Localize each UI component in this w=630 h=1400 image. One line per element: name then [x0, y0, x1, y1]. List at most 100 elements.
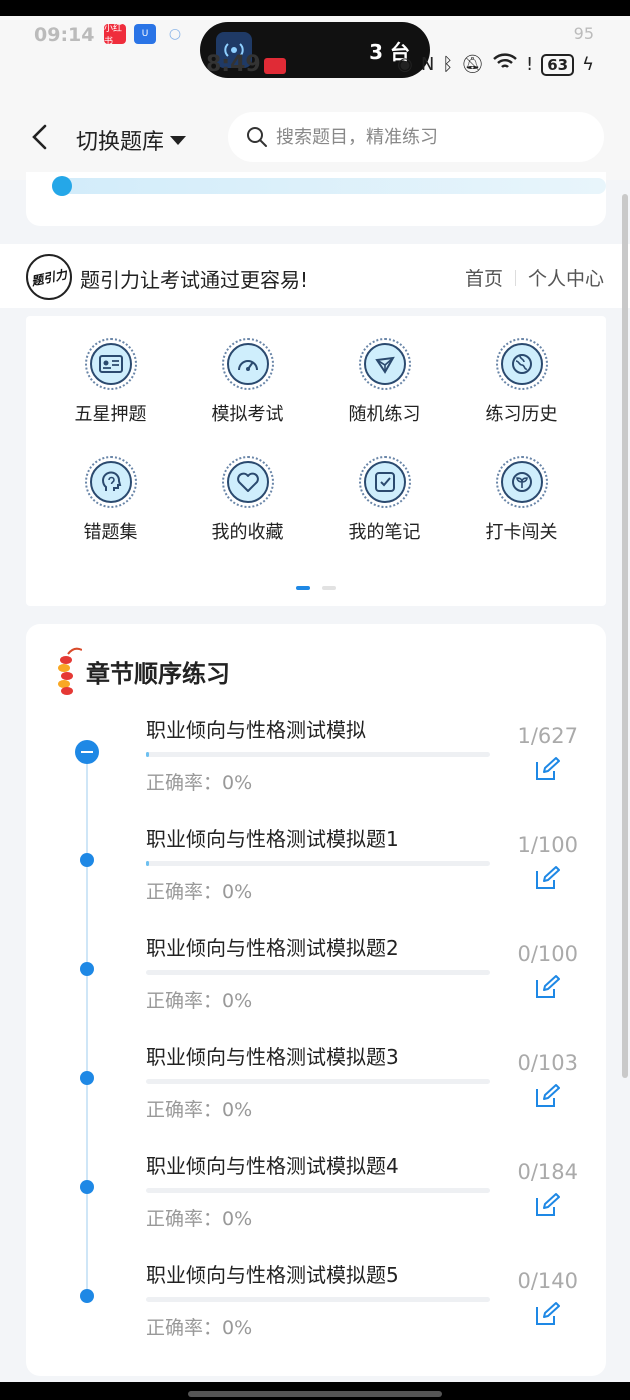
brand-links: 首页 个人中心	[465, 264, 604, 291]
chapter-name: 职业倾向与性格测试模拟题2	[146, 936, 399, 960]
svg-text:题引力: 题引力	[29, 267, 69, 289]
function-grid: 五星押题 模拟考试 随机练习 练习历史 错题集 我的收藏 我的笔记 打卡闯关	[42, 338, 590, 544]
timeline-dot	[80, 1289, 94, 1303]
battery-indicator: 63	[541, 53, 575, 76]
brand-logo: 题引力	[26, 254, 72, 300]
chapter-name: 职业倾向与性格测试模拟题5	[146, 1263, 399, 1287]
status-time: 8:49	[206, 52, 261, 77]
chapter-section-title: 章节顺序练习	[86, 659, 230, 688]
vpn-icon: ◉	[397, 54, 413, 75]
grid-item-checkin[interactable]: 打卡闯关	[453, 456, 590, 544]
grid-pager	[296, 586, 336, 590]
grid-item-random-practice[interactable]: 随机练习	[316, 338, 453, 426]
search-icon	[247, 127, 267, 147]
grid-item-notes[interactable]: 我的笔记	[316, 456, 453, 544]
bluetooth-icon: ᛒ	[442, 54, 454, 75]
chapter-progress-bar	[146, 1297, 490, 1302]
chapter-progress-bar	[146, 970, 490, 975]
chapter-progress-bar	[146, 861, 490, 866]
grid-item-label: 随机练习	[348, 404, 421, 425]
edit-icon[interactable]	[534, 756, 560, 782]
grid-item-wrong-questions[interactable]: 错题集	[42, 456, 179, 544]
pager-dot-active[interactable]	[296, 586, 310, 590]
charging-icon: ϟ	[582, 54, 594, 75]
grid-item-label: 打卡闯关	[485, 522, 558, 543]
chapter-item[interactable]: 职业倾向与性格测试模拟题5 正确率：0% 0/140	[26, 1259, 606, 1368]
chapter-accuracy: 正确率：0%	[146, 1317, 253, 1339]
link-divider	[514, 269, 516, 286]
compass-icon	[358, 338, 411, 390]
chevron-left-icon	[32, 124, 47, 150]
brand-slogan: 题引力让考试通过更容易!	[80, 268, 309, 292]
scrollbar[interactable]	[622, 194, 628, 1078]
search-box[interactable]	[228, 112, 604, 162]
profile-link[interactable]: 个人中心	[528, 264, 604, 291]
chapter-item[interactable]: 职业倾向与性格测试模拟题1 正确率：0% 1/100	[26, 823, 606, 932]
status-icons: ◉ N ᛒ 🔕︎ ! 63 ϟ	[397, 52, 594, 77]
status-time-ghost: 09:14	[34, 24, 95, 46]
brand-strip: 题引力 题引力让考试通过更容易! 首页 个人中心	[0, 244, 630, 308]
grid-item-label: 练习历史	[485, 404, 558, 425]
notification-badge	[264, 58, 286, 74]
chapter-progress-bar	[146, 752, 490, 757]
switch-bank-button[interactable]: 切换题库	[76, 124, 187, 156]
grid-item-label: 我的收藏	[211, 522, 284, 543]
grid-item-five-star[interactable]: 五星押题	[42, 338, 179, 426]
grid-item-history[interactable]: 练习历史	[453, 338, 590, 426]
chapter-item[interactable]: 职业倾向与性格测试模拟题4 正确率：0% 0/184	[26, 1150, 606, 1259]
chapter-progress-bar	[146, 1188, 490, 1193]
back-button[interactable]	[28, 122, 50, 152]
chapter-count: 1/627	[517, 724, 578, 748]
grid-item-label: 我的笔记	[348, 522, 421, 543]
grid-item-favorites[interactable]: 我的收藏	[179, 456, 316, 544]
chapter-name: 职业倾向与性格测试模拟题3	[146, 1045, 399, 1069]
sprout-icon	[495, 456, 548, 508]
overall-progress-track	[52, 178, 606, 194]
search-input[interactable]	[276, 126, 576, 148]
chapter-item[interactable]: 职业倾向与性格测试模拟题2 正确率：0% 0/100	[26, 932, 606, 1041]
note-check-icon	[358, 456, 411, 508]
chapter-accuracy: 正确率：0%	[146, 990, 253, 1012]
pager-dot[interactable]	[322, 586, 336, 590]
chapter-count: 1/100	[517, 833, 578, 857]
home-indicator[interactable]	[188, 1391, 442, 1397]
chapter-name: 职业倾向与性格测试模拟题4	[146, 1154, 399, 1178]
edit-icon[interactable]	[534, 1083, 560, 1109]
switch-bank-label: 切换题库	[76, 130, 165, 155]
id-card-icon	[84, 338, 137, 390]
chapter-progress-bar	[146, 1079, 490, 1084]
nfc-icon: N	[420, 54, 435, 75]
timeline-dot	[80, 853, 94, 867]
function-grid-card: 五星押题 模拟考试 随机练习 练习历史 错题集 我的收藏 我的笔记 打卡闯关	[26, 316, 606, 606]
chapter-accuracy: 正确率：0%	[146, 1208, 253, 1230]
chapter-accuracy: 正确率：0%	[146, 772, 253, 794]
chapter-section-header: 章节顺序练习	[54, 646, 230, 696]
nav-bar: 切换题库	[0, 86, 630, 180]
mute-bell-icon: 🔕︎	[461, 54, 485, 75]
alert-icon: !	[526, 54, 534, 75]
chapter-accuracy: 正确率：0%	[146, 1099, 253, 1121]
edit-icon[interactable]	[534, 974, 560, 1000]
edit-icon[interactable]	[534, 1192, 560, 1218]
grid-item-label: 五星押题	[74, 404, 147, 425]
chapter-count: 0/103	[517, 1051, 578, 1075]
overall-progress-indicator	[52, 176, 72, 196]
chapter-count: 0/184	[517, 1160, 578, 1184]
chapter-practice-card: 章节顺序练习 职业倾向与性格测试模拟 正确率：0% 1/627 职业倾向与性格测…	[26, 624, 606, 1376]
caret-down-icon	[170, 135, 187, 145]
grid-item-label: 模拟考试	[211, 404, 284, 425]
status-ghost-battery: 95	[573, 24, 594, 43]
edit-icon[interactable]	[534, 865, 560, 891]
chapter-item[interactable]: 职业倾向与性格测试模拟 正确率：0% 1/627	[26, 714, 606, 823]
timeline-dot	[80, 1180, 94, 1194]
collapse-dot-icon[interactable]	[75, 740, 99, 764]
edit-icon[interactable]	[534, 1301, 560, 1327]
chapter-item[interactable]: 职业倾向与性格测试模拟题3 正确率：0% 0/103	[26, 1041, 606, 1150]
u-app-icon: U	[134, 24, 156, 44]
chapter-name: 职业倾向与性格测试模拟	[146, 718, 366, 742]
firecracker-icon	[58, 647, 82, 695]
chapter-accuracy: 正确率：0%	[146, 881, 253, 903]
home-link[interactable]: 首页	[465, 264, 503, 291]
grid-item-label: 错题集	[83, 522, 138, 543]
grid-item-mock-exam[interactable]: 模拟考试	[179, 338, 316, 426]
